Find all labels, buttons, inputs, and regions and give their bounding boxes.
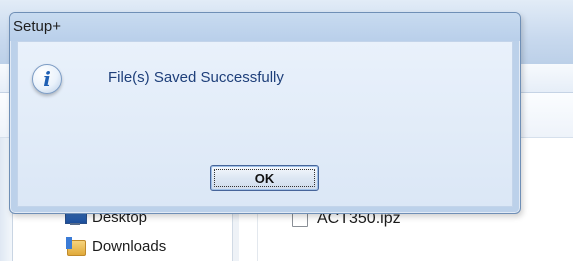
ok-button-label: OK	[254, 170, 275, 186]
ok-button[interactable]: OK	[210, 165, 319, 191]
dialog-message: File(s) Saved Successfully	[108, 69, 284, 86]
downloads-folder-icon	[64, 237, 86, 256]
nav-item-label: Downloads	[92, 237, 167, 255]
nav-item-downloads[interactable]: Downloads	[64, 235, 166, 257]
dialog-titlebar[interactable]: Setup+	[10, 13, 520, 41]
dialog-title: Setup+	[13, 18, 61, 35]
message-dialog: Setup+ i File(s) Saved Successfully OK	[9, 12, 521, 214]
information-icon: i	[32, 64, 62, 94]
